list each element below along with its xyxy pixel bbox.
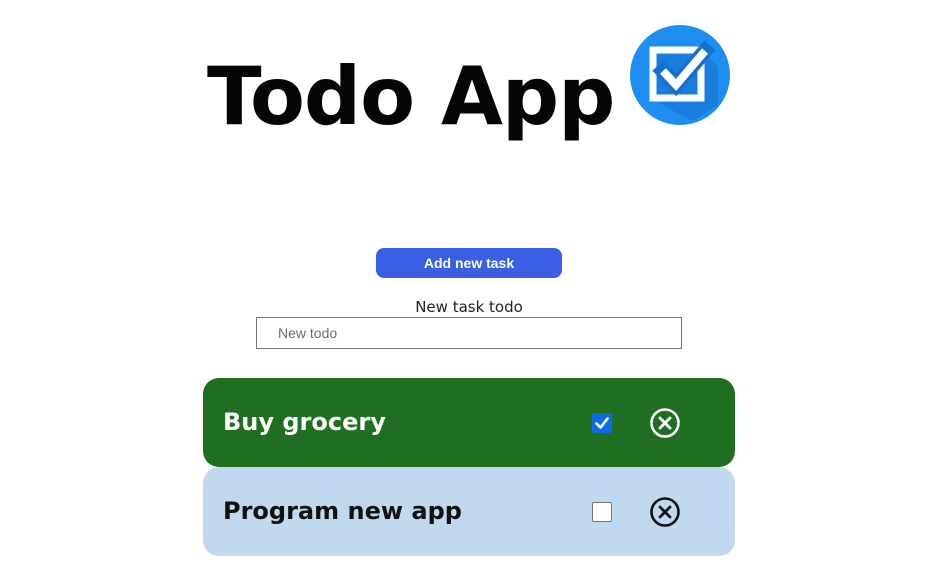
todo-complete-checkbox[interactable]: [592, 502, 612, 522]
checkbox-logo-icon: [630, 25, 730, 125]
new-task-label: New task todo: [415, 298, 523, 316]
todo-complete-checkbox[interactable]: [592, 413, 612, 433]
todo-item-program-new-app: Program new app: [203, 467, 735, 556]
new-todo-input[interactable]: [256, 317, 682, 349]
check-icon: [595, 417, 609, 429]
todo-text: Program new app: [223, 497, 462, 525]
close-circle-icon: [650, 408, 680, 438]
remove-todo-button[interactable]: [649, 407, 681, 439]
add-task-button[interactable]: Add new task: [376, 248, 562, 278]
page-title: Todo App: [207, 50, 615, 143]
close-circle-icon: [650, 497, 680, 527]
remove-todo-button[interactable]: [649, 496, 681, 528]
todo-page: Todo App Add new task New task todo Buy …: [0, 0, 926, 569]
todo-item-buy-grocery: Buy grocery: [203, 378, 735, 467]
todo-text: Buy grocery: [223, 408, 386, 436]
